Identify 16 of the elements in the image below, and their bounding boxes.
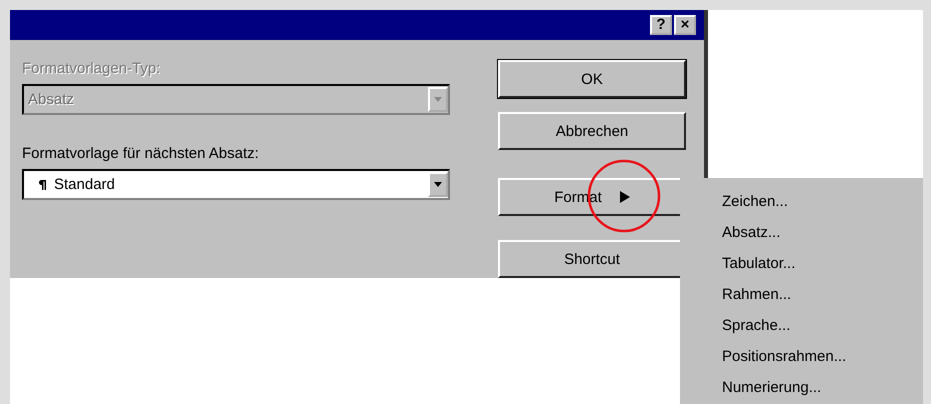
field-label: Formatvorlage für nächsten Absatz:: [22, 145, 260, 163]
field-label: Formatvorlagen-Typ:: [22, 60, 162, 78]
paragraph-icon: [38, 180, 46, 190]
submenu-arrow-icon: [620, 191, 630, 203]
dropdown-field[interactable]: Standard: [22, 169, 450, 200]
close-button[interactable]: ×: [674, 15, 696, 35]
menu-item[interactable]: Tabulator...: [722, 248, 923, 279]
help-button[interactable]: ?: [650, 15, 672, 35]
menu-item[interactable]: Positionsrahmen...: [722, 341, 923, 372]
menu-item[interactable]: Numerierung...: [722, 372, 923, 403]
dialog-button[interactable]: OK: [498, 60, 686, 98]
dialog-button[interactable]: Abbrechen: [498, 112, 686, 150]
menu-item[interactable]: Sprache...: [722, 310, 923, 341]
menu-item[interactable]: Rahmen...: [722, 279, 923, 310]
menu-item[interactable]: Absatz...: [722, 217, 923, 248]
menu-item[interactable]: Zeichen...: [722, 186, 923, 217]
